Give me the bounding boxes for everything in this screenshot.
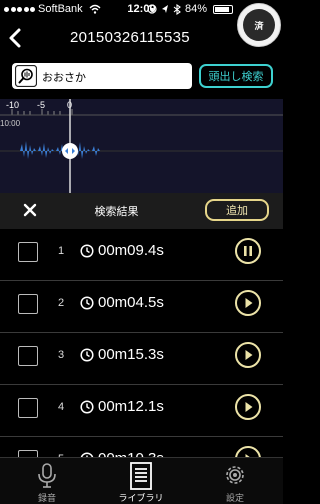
search-query: おおさか (42, 72, 86, 84)
row-duration: 00m15.3s (98, 346, 164, 363)
row-index: 2 (58, 297, 65, 309)
results-list: 1 00m09.4s 2 00m04.5s 3 00m15.3s 4 00m12… (0, 229, 283, 489)
lock-rotation-icon (147, 4, 157, 14)
voice-search-icon (15, 65, 37, 87)
tab-record[interactable]: 録音 (12, 458, 82, 504)
apple-badge: 済 (237, 3, 281, 47)
list-item[interactable]: 1 00m09.4s (0, 229, 283, 281)
tab-label: 設定 (225, 493, 244, 503)
microphone-icon (38, 463, 56, 488)
tab-bar: 録音 ライブラリ 設定 (0, 457, 283, 504)
play-icon (245, 298, 253, 308)
status-right: 84% (147, 3, 233, 15)
pause-button[interactable] (235, 238, 261, 264)
row-index: 3 (58, 349, 65, 361)
battery-percent: 84% (184, 3, 207, 15)
row-index: 1 (58, 245, 65, 257)
bluetooth-icon (173, 3, 181, 15)
tab-label: 録音 (37, 493, 56, 503)
search-results-header: 検索結果 追加 (0, 193, 283, 229)
row-index: 4 (58, 401, 65, 413)
play-button[interactable] (235, 394, 261, 420)
row-duration: 00m12.1s (98, 398, 164, 415)
row-checkbox[interactable] (18, 294, 38, 314)
page-title: 20150326115535 (70, 29, 190, 46)
head-search-button[interactable]: 頭出し検索 (199, 64, 273, 88)
apple-badge-label: 済 (243, 9, 275, 41)
search-input[interactable]: おおさか (12, 63, 192, 89)
play-button[interactable] (235, 290, 261, 316)
waveform-graph (0, 99, 283, 193)
play-button[interactable] (235, 342, 261, 368)
tab-settings[interactable]: 設定 (200, 458, 270, 504)
tab-library[interactable]: ライブラリ (106, 458, 176, 504)
gear-icon (226, 466, 244, 484)
add-button[interactable]: 追加 (205, 199, 269, 221)
clock-icon (80, 296, 94, 310)
list-item[interactable]: 4 00m12.1s (0, 385, 283, 437)
row-duration: 00m04.5s (98, 294, 164, 311)
play-icon (245, 350, 253, 360)
row-checkbox[interactable] (18, 398, 38, 418)
row-checkbox[interactable] (18, 346, 38, 366)
play-icon (245, 402, 253, 412)
search-row: おおさか 頭出し検索 (0, 60, 283, 94)
clock-icon (80, 400, 94, 414)
row-duration: 00m09.4s (98, 242, 164, 259)
waveform-panel[interactable]: -10 -5 0 10:00 (0, 99, 283, 193)
battery-icon (213, 4, 233, 14)
row-checkbox[interactable] (18, 242, 38, 262)
clock-icon (80, 244, 94, 258)
document-list-icon (130, 462, 152, 490)
list-item[interactable]: 3 00m15.3s (0, 333, 283, 385)
location-icon (161, 5, 168, 13)
back-chevron-icon[interactable] (6, 26, 26, 50)
pause-icon (244, 246, 252, 256)
clock-icon (80, 348, 94, 362)
tab-label: ライブラリ (118, 493, 164, 503)
list-item[interactable]: 2 00m04.5s (0, 281, 283, 333)
